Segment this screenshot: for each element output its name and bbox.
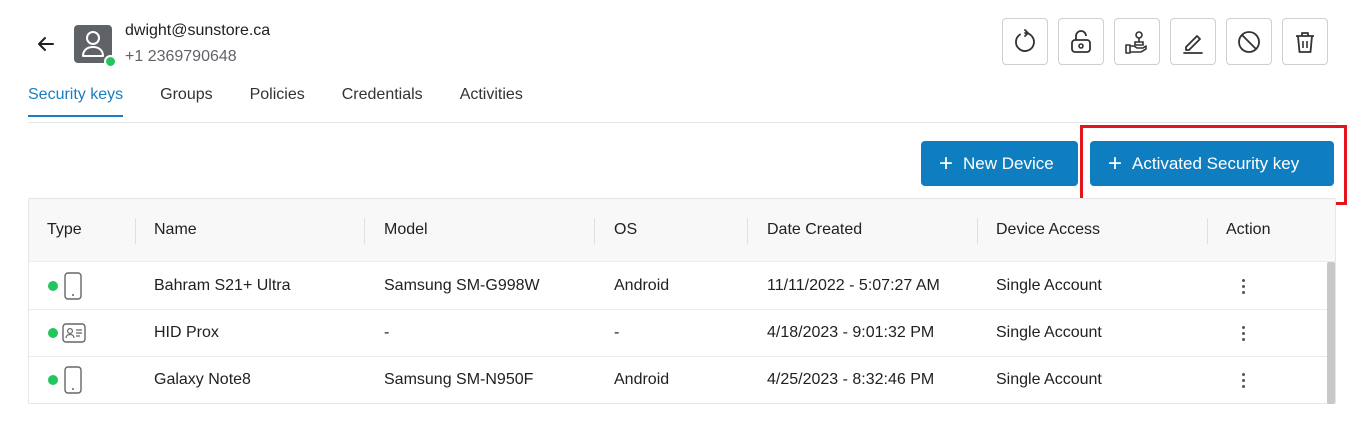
column-divider <box>747 218 748 244</box>
column-divider <box>977 218 978 244</box>
device-os: Android <box>614 371 670 388</box>
stamp-button[interactable] <box>1114 18 1160 65</box>
device-name: Galaxy Note8 <box>154 371 251 388</box>
table-row[interactable]: Bahram S21+ Ultra Samsung SM-G998W Andro… <box>29 263 1327 310</box>
column-divider <box>1207 218 1208 244</box>
edit-button[interactable] <box>1170 18 1216 65</box>
table-row[interactable]: HID Prox - - 4/18/2023 - 9:01:32 PM Sing… <box>29 310 1327 357</box>
delete-button[interactable] <box>1282 18 1328 65</box>
status-dot <box>48 375 58 385</box>
column-type[interactable]: Type <box>47 221 82 239</box>
device-model: Samsung SM-N950F <box>384 371 534 388</box>
tab-security-keys[interactable]: Security keys <box>28 86 124 117</box>
table-row[interactable]: Galaxy Note8 Samsung SM-N950F Android 4/… <box>29 357 1327 404</box>
tab-activities[interactable]: Activities <box>460 86 523 117</box>
column-name[interactable]: Name <box>154 221 197 239</box>
device-date-created: 4/18/2023 - 9:01:32 PM <box>767 324 935 341</box>
status-dot <box>48 281 58 291</box>
hand-stamp-icon <box>1125 30 1147 54</box>
tabs-divider <box>28 122 1337 123</box>
device-access: Single Account <box>996 371 1102 388</box>
table-scrollbar[interactable] <box>1327 262 1335 404</box>
user-toolbar <box>1002 18 1328 65</box>
user-phone: +1 2369790648 <box>125 48 237 65</box>
device-date-created: 4/25/2023 - 8:32:46 PM <box>767 371 935 388</box>
column-device-access[interactable]: Device Access <box>996 221 1100 239</box>
plus-icon: + <box>1108 149 1123 177</box>
id-card-icon <box>62 323 86 343</box>
arrow-left-icon <box>38 37 54 51</box>
back-button[interactable] <box>34 32 58 56</box>
phone-icon <box>64 272 82 300</box>
tab-groups[interactable]: Groups <box>160 86 212 117</box>
device-date-created: 11/11/2022 - 5:07:27 AM <box>767 277 940 294</box>
new-device-button[interactable]: + New Device <box>921 141 1078 186</box>
tab-policies[interactable]: Policies <box>250 86 305 117</box>
delete-icon <box>1296 31 1314 53</box>
more-vertical-icon[interactable] <box>1233 368 1253 392</box>
activated-security-key-button[interactable]: + Activated Security key <box>1090 141 1334 186</box>
table-header: Type Name Model OS Date Created Device A… <box>29 199 1335 262</box>
device-model: Samsung SM-G998W <box>384 277 540 294</box>
column-date-created[interactable]: Date Created <box>767 221 862 239</box>
plus-icon: + <box>939 149 954 177</box>
edit-icon <box>1183 34 1203 54</box>
column-os[interactable]: OS <box>614 221 637 239</box>
user-email: dwight@sunstore.ca <box>125 22 271 39</box>
more-vertical-icon[interactable] <box>1233 274 1253 298</box>
column-divider <box>135 218 136 244</box>
tab-bar: Security keys Groups Policies Credential… <box>28 86 560 117</box>
unlock-icon <box>1071 29 1091 53</box>
tab-credentials[interactable]: Credentials <box>342 86 423 117</box>
more-vertical-icon[interactable] <box>1233 321 1253 345</box>
refresh-icon <box>1015 28 1035 52</box>
block-button[interactable] <box>1226 18 1272 65</box>
device-os: Android <box>614 277 670 294</box>
refresh-button[interactable] <box>1002 18 1048 65</box>
column-action: Action <box>1226 221 1271 238</box>
block-icon <box>1238 30 1260 53</box>
device-os: - <box>614 324 620 341</box>
column-model[interactable]: Model <box>384 221 428 239</box>
device-name: HID Prox <box>154 324 219 341</box>
status-dot <box>48 328 58 338</box>
device-name: Bahram S21+ Ultra <box>154 277 291 294</box>
phone-icon <box>64 366 82 394</box>
column-divider <box>364 218 365 244</box>
device-access: Single Account <box>996 324 1102 341</box>
devices-table: Type Name Model OS Date Created Device A… <box>28 198 1336 404</box>
activated-security-key-label: Activated Security key <box>1132 153 1300 173</box>
device-model: - <box>384 324 390 341</box>
device-access: Single Account <box>996 277 1102 294</box>
online-status-dot <box>104 55 117 68</box>
column-divider <box>594 218 595 244</box>
new-device-label: New Device <box>963 153 1054 173</box>
user-icon <box>82 31 104 57</box>
unlock-button[interactable] <box>1058 18 1104 65</box>
